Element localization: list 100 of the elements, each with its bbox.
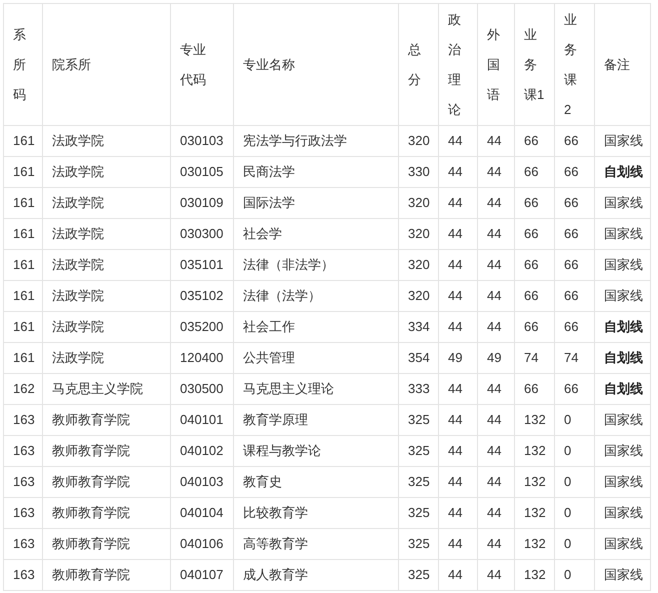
table-cell: 国家线 bbox=[604, 505, 643, 520]
table-cell: 44 bbox=[448, 567, 462, 582]
table-cell: 163 bbox=[13, 443, 35, 458]
table-cell: 030103 bbox=[180, 133, 224, 148]
table-cell: 44 bbox=[487, 164, 502, 180]
table-cell: 法政学院 bbox=[52, 350, 104, 366]
table-cell: 44 bbox=[448, 412, 462, 428]
table-cell: 74 bbox=[564, 350, 578, 366]
table-cell: 0 bbox=[564, 567, 572, 582]
table-cell: 国家线 bbox=[604, 474, 643, 490]
table-cell: 教师教育学院 bbox=[52, 536, 130, 552]
table-cell: 66 bbox=[524, 164, 538, 180]
table-cell: 040101 bbox=[180, 412, 224, 428]
table-cell: 44 bbox=[487, 474, 502, 490]
table-cell: 161 bbox=[13, 288, 35, 304]
table-cell: 社会工作 bbox=[243, 319, 295, 334]
column-header: 业务课2 bbox=[564, 10, 577, 118]
table-cell: 66 bbox=[524, 319, 538, 334]
table-cell: 132 bbox=[524, 474, 546, 490]
table-cell: 44 bbox=[448, 319, 462, 334]
table-cell: 161 bbox=[13, 164, 35, 180]
table-cell: 44 bbox=[487, 443, 502, 458]
table-cell: 040107 bbox=[180, 567, 224, 582]
table-cell: 教师教育学院 bbox=[52, 567, 130, 582]
table-cell: 325 bbox=[408, 474, 430, 490]
table-cell: 035101 bbox=[180, 257, 224, 272]
column-header: 外国语 bbox=[487, 26, 500, 104]
table-cell: 44 bbox=[487, 536, 502, 552]
table-cell: 66 bbox=[524, 133, 538, 148]
table-cell: 44 bbox=[487, 412, 502, 428]
table-cell: 030109 bbox=[180, 195, 224, 210]
table-cell: 325 bbox=[408, 443, 430, 458]
table-cell: 320 bbox=[408, 195, 430, 210]
table-cell: 国家线 bbox=[604, 195, 643, 210]
table-cell: 44 bbox=[448, 288, 462, 304]
table-cell: 66 bbox=[524, 257, 538, 272]
table-cell: 132 bbox=[524, 443, 546, 458]
table-cell: 66 bbox=[564, 288, 578, 304]
table-cell: 333 bbox=[408, 381, 430, 396]
table-cell: 44 bbox=[448, 536, 462, 552]
table-cell: 教师教育学院 bbox=[52, 443, 130, 458]
column-header: 专业名称 bbox=[243, 56, 296, 74]
table-cell: 163 bbox=[13, 536, 35, 552]
table-cell: 44 bbox=[448, 133, 462, 148]
table-cell: 教师教育学院 bbox=[52, 412, 130, 428]
table-cell: 163 bbox=[13, 474, 35, 490]
table-cell: 法政学院 bbox=[52, 319, 104, 334]
table-cell: 44 bbox=[487, 133, 502, 148]
table-cell: 030105 bbox=[180, 164, 224, 180]
table-cell: 马克思主义理论 bbox=[243, 381, 334, 396]
column-header: 业务课1 bbox=[524, 26, 545, 104]
table-cell: 325 bbox=[408, 412, 430, 428]
table-cell: 132 bbox=[524, 412, 546, 428]
table-cell: 国家线 bbox=[604, 133, 643, 148]
table-cell: 国家线 bbox=[604, 288, 643, 304]
table-cell: 法政学院 bbox=[52, 164, 104, 180]
table-cell: 高等教育学 bbox=[243, 536, 308, 552]
table-cell: 法政学院 bbox=[52, 195, 104, 210]
table-cell: 320 bbox=[408, 257, 430, 272]
table-cell: 自划线 bbox=[604, 164, 643, 180]
table-cell: 44 bbox=[448, 505, 462, 520]
column-header: 政治理论 bbox=[448, 10, 461, 118]
table-cell: 44 bbox=[448, 164, 462, 180]
table-cell: 120400 bbox=[180, 350, 224, 366]
column-header: 总分 bbox=[408, 40, 421, 88]
table-cell: 民商法学 bbox=[243, 164, 295, 180]
table-cell: 44 bbox=[448, 226, 462, 242]
table-cell: 法政学院 bbox=[52, 226, 104, 242]
table-cell: 44 bbox=[448, 474, 462, 490]
table-cell: 132 bbox=[524, 567, 546, 582]
table-cell: 社会学 bbox=[243, 226, 282, 242]
table-cell: 132 bbox=[524, 536, 546, 552]
table-cell: 161 bbox=[13, 257, 35, 272]
table-cell: 国家线 bbox=[604, 567, 643, 582]
table-cell: 0 bbox=[564, 412, 572, 428]
table-cell: 比较教育学 bbox=[243, 505, 308, 520]
table-cell: 325 bbox=[408, 505, 430, 520]
table-cell: 320 bbox=[408, 133, 430, 148]
table-cell: 44 bbox=[487, 195, 502, 210]
table-cell: 334 bbox=[408, 319, 430, 334]
column-header: 院系所 bbox=[52, 56, 92, 74]
table-cell: 自划线 bbox=[604, 319, 643, 334]
table-cell: 教育史 bbox=[243, 474, 282, 490]
table-cell: 44 bbox=[487, 381, 502, 396]
table-cell: 320 bbox=[408, 226, 430, 242]
table-cell: 0 bbox=[564, 443, 572, 458]
table-cell: 040103 bbox=[180, 474, 224, 490]
table-cell: 030300 bbox=[180, 226, 224, 242]
table-cell: 教育学原理 bbox=[243, 412, 308, 428]
table-cell: 325 bbox=[408, 567, 430, 582]
table-cell: 66 bbox=[564, 195, 578, 210]
table-cell: 44 bbox=[487, 567, 502, 582]
table-cell: 66 bbox=[564, 226, 578, 242]
table-cell: 040106 bbox=[180, 536, 224, 552]
table-cell: 成人教育学 bbox=[243, 567, 308, 582]
table-cell: 040104 bbox=[180, 505, 224, 520]
table-cell: 国家线 bbox=[604, 412, 643, 428]
table-cell: 325 bbox=[408, 536, 430, 552]
table-cell: 035102 bbox=[180, 288, 224, 304]
table-cell: 66 bbox=[524, 288, 538, 304]
